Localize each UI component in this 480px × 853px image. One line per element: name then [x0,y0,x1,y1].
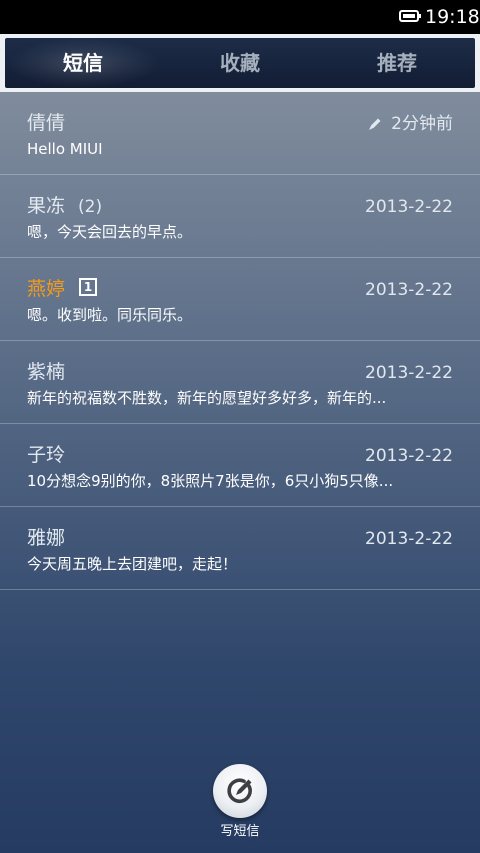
contact-name: 果冻 [27,195,66,217]
tab-bar-inner: 短信 收藏 推荐 [5,38,475,88]
message-row-guodong[interactable]: 果冻 (2) 2013-2-22 嗯，今天会回去的早点。 [0,175,480,258]
message-preview: Hello MIUI [27,140,103,158]
message-preview: 今天周五晚上去团建吧，走起！ [27,555,238,573]
message-time: 2分钟前 [391,114,453,134]
status-bar: 19:18 [0,0,480,34]
contact-name: 子玲 [27,444,66,466]
message-list: 倩倩 2分钟前 Hello MIUI 果冻 (2) 2013-2-22 嗯，今天… [0,92,480,590]
message-time: 2013-2-22 [365,280,453,300]
message-time: 2013-2-22 [365,446,453,466]
message-count: (2) [78,197,103,217]
tab-favorites[interactable]: 收藏 [162,38,318,88]
message-time: 2013-2-22 [365,363,453,383]
message-row-ziling[interactable]: 子玲 2013-2-22 10分想念9别的你，8张照片7张是你，6只小狗5只像.… [0,424,480,507]
unread-count-badge: 1 [79,278,97,296]
contact-name: 雅娜 [27,527,66,549]
message-time: 2013-2-22 [365,529,453,549]
compose-icon [227,778,252,804]
compose-button[interactable] [213,764,267,818]
message-preview: 10分想念9别的你，8张照片7张是你，6只小狗5只像... [27,472,394,490]
compose-label: 写短信 [220,824,260,839]
status-clock: 19:18 [425,6,480,28]
draft-pencil-icon [369,118,381,130]
message-time: 2013-2-22 [365,197,453,217]
contact-name-unread: 燕婷 [27,278,66,300]
message-row-yana[interactable]: 雅娜 2013-2-22 今天周五晚上去团建吧，走起！ [0,507,480,590]
contact-name: 倩倩 [27,112,66,134]
tab-sms[interactable]: 短信 [5,38,161,88]
battery-icon [399,10,421,22]
message-row-yanting[interactable]: 燕婷 1 2013-2-22 嗯。收到啦。同乐同乐。 [0,258,480,341]
message-preview: 新年的祝福数不胜数，新年的愿望好多好多，新年的... [27,389,387,407]
tab-bar: 短信 收藏 推荐 [0,34,480,92]
message-row-qianqian[interactable]: 倩倩 2分钟前 Hello MIUI [0,92,480,175]
tab-recommended[interactable]: 推荐 [319,38,475,88]
message-preview: 嗯，今天会回去的早点。 [27,223,193,241]
contact-name: 紫楠 [27,361,66,383]
message-preview: 嗯。收到啦。同乐同乐。 [27,306,193,324]
message-row-zinan[interactable]: 紫楠 2013-2-22 新年的祝福数不胜数，新年的愿望好多好多，新年的... [0,341,480,424]
